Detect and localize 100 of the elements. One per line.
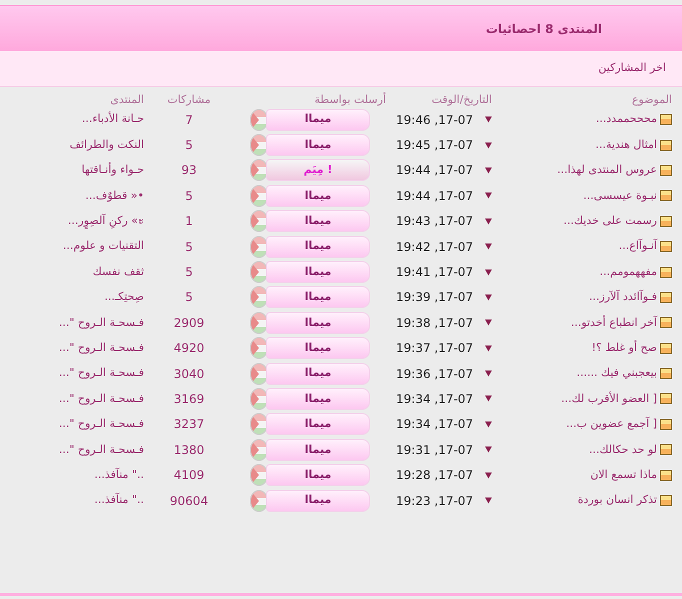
username-button[interactable]: ميماا xyxy=(266,108,370,131)
username-button[interactable]: ميماا xyxy=(266,184,370,207)
topic-link[interactable]: صح أو غلط ؟! xyxy=(592,340,657,356)
topic-link[interactable]: لو حد حكالك... xyxy=(589,442,657,458)
topic-link[interactable]: نبـوة عيسسى... xyxy=(583,188,657,204)
post-count: 93 xyxy=(181,162,197,180)
topic-link[interactable]: عروس المنتدى لهذا... xyxy=(557,162,657,179)
date-time: 19:44 ,17-07 xyxy=(396,188,474,205)
folder-icon xyxy=(660,216,672,227)
dropdown-arrow-icon[interactable] xyxy=(485,166,492,174)
forum-link[interactable]: .." منآفذ... xyxy=(94,466,144,484)
dropdown-arrow-icon[interactable] xyxy=(485,344,492,352)
forum-link[interactable]: •« قطوٌف... xyxy=(85,188,144,204)
date-time: 19:34 ,17-07 xyxy=(396,390,474,408)
dropdown-arrow-icon[interactable] xyxy=(485,218,492,225)
dropdown-arrow-icon[interactable] xyxy=(485,142,492,149)
forum-link[interactable]: فـسحـة الـروح "... xyxy=(58,314,144,332)
dropdown-arrow-icon[interactable] xyxy=(485,472,492,479)
topic-link[interactable]: بيعجبني فيك ...... xyxy=(576,365,657,382)
topic-link[interactable]: آخر انطباع أخدتو... xyxy=(570,314,657,332)
dropdown-arrow-icon[interactable] xyxy=(485,420,492,428)
post-count: 5 xyxy=(185,289,193,306)
date-time: 19:43 ,17-07 xyxy=(396,213,474,230)
topic-link[interactable]: ماذا تسمع الان xyxy=(590,466,657,484)
dropdown-arrow-icon[interactable] xyxy=(485,446,492,454)
dropdown-arrow-icon[interactable] xyxy=(485,497,492,504)
date-time: 19:23 ,17-07 xyxy=(396,492,474,510)
topic-link[interactable]: محححممدد... xyxy=(596,111,657,128)
forum-link[interactable]: فـسحـة الـروح "... xyxy=(58,340,144,356)
folder-icon xyxy=(660,190,672,202)
date-time: 19:36 ,17-07 xyxy=(396,366,474,383)
forum-link[interactable]: فـسحـة الـروح "... xyxy=(58,416,144,433)
username-button[interactable]: ميماا xyxy=(266,337,370,360)
folder-icon xyxy=(660,266,672,278)
folder-icon xyxy=(660,495,672,506)
username-button[interactable]: ميماا xyxy=(266,388,370,410)
username-button[interactable]: ميماا xyxy=(266,312,370,334)
column-header: مشاركات xyxy=(167,92,211,108)
date-time: 19:34 ,17-07 xyxy=(396,416,474,434)
forum-link[interactable]: حـواء وأنـاقتها xyxy=(82,162,144,179)
username-button[interactable]: ميماا xyxy=(266,286,370,308)
topic-link[interactable]: امثال هندية... xyxy=(596,136,657,154)
dropdown-arrow-icon[interactable] xyxy=(485,370,492,378)
username-button[interactable]: ميماا xyxy=(266,261,370,284)
post-count: 3040 xyxy=(174,366,204,383)
forum-link[interactable]: فـسحـة الـروح "... xyxy=(58,390,144,408)
post-count: 1380 xyxy=(174,442,204,459)
dropdown-arrow-icon[interactable] xyxy=(485,395,492,402)
username-button[interactable]: مِيَم ! xyxy=(266,159,370,182)
dropdown-arrow-icon[interactable] xyxy=(485,192,492,200)
forum-link[interactable]: التقنيات و علوم... xyxy=(62,238,144,255)
folder-icon xyxy=(660,292,672,303)
forum-link[interactable]: فـسحـة الـروح "... xyxy=(58,365,144,382)
topic-link[interactable]: [ العضو الأقرب لك... xyxy=(561,390,657,408)
forum-link[interactable]: ثقف نفسك xyxy=(92,264,144,280)
column-header: المنتدى xyxy=(110,92,144,108)
forum-link[interactable]: ะ» رکنِ آلصِوٍر... xyxy=(68,213,144,230)
username-button[interactable]: ميماا xyxy=(266,210,370,232)
date-time: 19:41 ,17-07 xyxy=(396,264,474,282)
forum-link[interactable]: .." منآفذ... xyxy=(94,492,144,509)
topic-link[interactable]: آنـوآاع... xyxy=(618,238,657,255)
date-time: 19:38 ,17-07 xyxy=(396,314,474,332)
username-button[interactable]: ميماا xyxy=(266,490,370,512)
forum-link[interactable]: حـانة الأدباء... xyxy=(82,111,144,128)
date-time: 19:31 ,17-07 xyxy=(396,442,474,459)
username-button[interactable]: ميماا xyxy=(266,134,370,156)
folder-icon xyxy=(660,342,672,354)
username-button[interactable]: ميماا xyxy=(266,236,370,258)
topic-link[interactable]: مفههمومم... xyxy=(600,264,657,280)
forum-link[interactable]: صِحتِكـ... xyxy=(104,289,144,306)
header-title: المنتدى 8 احصائيات xyxy=(486,20,602,38)
forum-link[interactable]: النكت والطرائف xyxy=(70,136,144,154)
username-button[interactable]: ميماا xyxy=(266,413,370,436)
topic-link[interactable]: فـوآائدد آلآرز... xyxy=(589,289,657,306)
username-button[interactable]: ميماا xyxy=(266,362,370,385)
folder-icon xyxy=(660,317,672,328)
username-button[interactable]: ميماا xyxy=(266,438,370,461)
post-count: 4109 xyxy=(174,467,204,484)
dropdown-arrow-icon[interactable] xyxy=(485,294,492,301)
date-time: 19:39 ,17-07 xyxy=(396,289,474,306)
subheader-title: اخر المشاركين xyxy=(598,60,666,76)
username-button[interactable]: ميماا xyxy=(266,464,370,486)
dropdown-arrow-icon[interactable] xyxy=(485,243,492,250)
folder-icon xyxy=(660,470,672,481)
folder-icon xyxy=(660,444,672,456)
dropdown-arrow-icon[interactable] xyxy=(485,268,492,276)
column-header: أرسلت بواسطة xyxy=(314,92,386,108)
post-count: 4920 xyxy=(174,340,204,358)
topic-link[interactable]: رسمت على خديك... xyxy=(564,213,657,230)
topic-link[interactable]: [ آجمع عضوين ب... xyxy=(566,416,657,433)
date-time: 19:28 ,17-07 xyxy=(396,467,474,484)
folder-icon xyxy=(660,164,672,176)
folder-icon xyxy=(660,114,672,126)
forum-link[interactable]: فـسحـة الـروح "... xyxy=(58,442,144,458)
date-time: 19:46 ,17-07 xyxy=(396,112,474,129)
dropdown-arrow-icon[interactable] xyxy=(485,319,492,326)
folder-icon xyxy=(660,241,672,252)
topic-link[interactable]: تذكر انسان بوردة xyxy=(578,492,657,509)
column-header: الموضوع xyxy=(632,92,672,108)
dropdown-arrow-icon[interactable] xyxy=(485,116,492,124)
